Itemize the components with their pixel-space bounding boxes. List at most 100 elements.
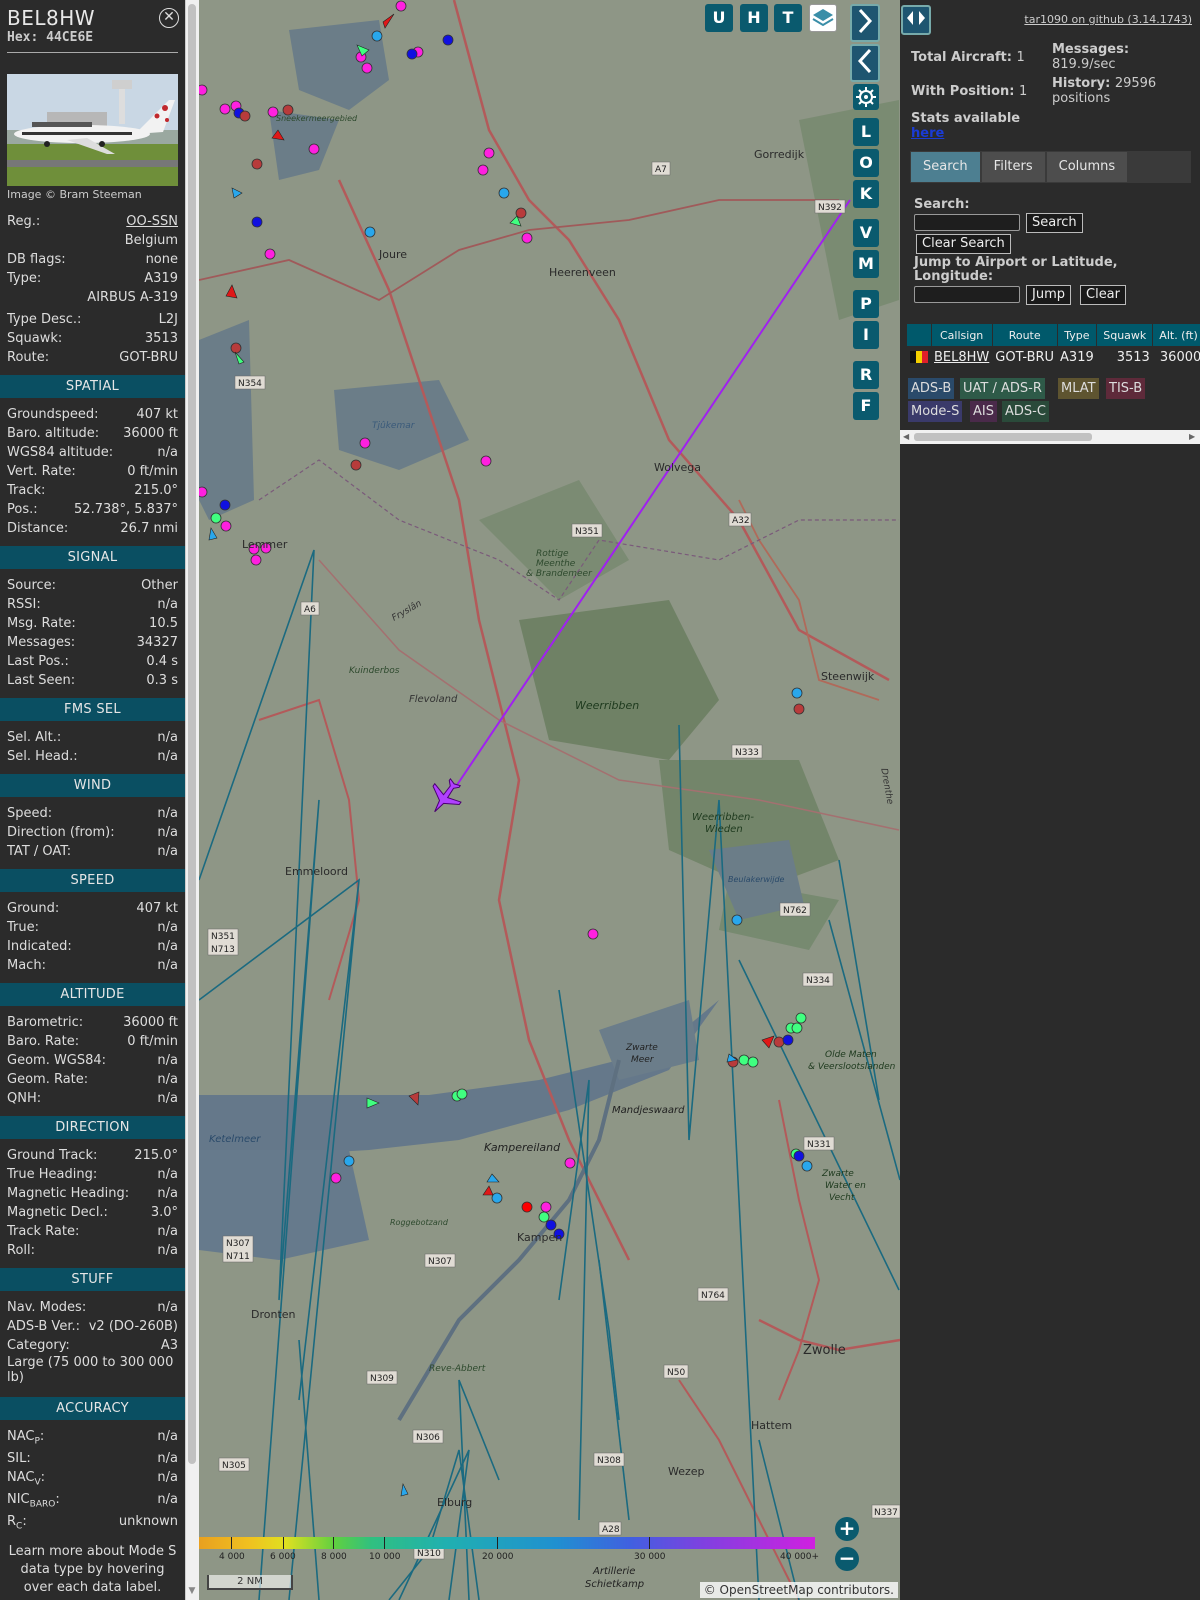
col-header-type[interactable]: Type [1057,324,1098,346]
map-button-r[interactable]: R [853,361,879,389]
source-modes: Mode-S [908,401,963,422]
scroll-down-arrow-icon[interactable]: ▼ [187,1586,197,1596]
map-button-t[interactable]: T [774,4,802,32]
map-button-f[interactable]: F [853,392,879,420]
spatial-row: Pos.: 52.738°, 5.837° [0,500,185,519]
map-attribution[interactable]: © OpenStreetMap contributors. [699,1582,898,1598]
scroll-left-icon[interactable]: ◀ [903,433,911,441]
map-button-o[interactable]: O [853,149,879,177]
search-input[interactable] [914,214,1020,231]
col-header-flag[interactable] [907,324,932,346]
speed-value: n/a [157,920,178,935]
svg-text:& Brandemeer: & Brandemeer [526,569,593,579]
map-button-i[interactable]: I [853,321,879,349]
stuff-label: ADS-B Ver.: [7,1319,80,1334]
collapse-sidebar-button[interactable] [850,4,880,42]
altitude-value: 0 ft/min [127,1034,178,1049]
signal-value: 34327 [136,635,178,650]
altitude-label: 40 000+ [780,1552,820,1562]
wind-rows: Speed: n/a Direction (from): n/a TAT / OAT: n… [0,804,185,861]
clear-search-button[interactable]: Clear Search [916,234,1011,254]
clear-jump-button[interactable]: Clear [1080,285,1126,305]
col-header-route[interactable]: Route [992,324,1058,346]
gear-icon[interactable] [853,84,879,110]
spatial-value: 36000 ft [123,426,178,441]
svg-text:Reve-Abbert: Reve-Abbert [429,1364,486,1374]
scroll-right-icon[interactable]: ▶ [1189,433,1197,441]
type-row: Type: A319 [0,269,185,288]
svg-text:N392: N392 [818,203,842,213]
direction-label: True Heading: [7,1167,98,1182]
nicbaro-label: NICBARO: [7,1492,60,1510]
svg-text:Wolvega: Wolvega [654,461,701,474]
info-header: BEL8HW Hex: 44CE6E [0,0,185,52]
speed-label: Mach: [7,958,46,973]
source-adsc: ADS-C [1002,401,1049,422]
spatial-value: 52.738°, 5.837° [74,502,178,517]
messages-rate: 819.9/sec [1052,57,1116,72]
table-scroll-thumb[interactable] [914,433,1092,441]
signal-row: Last Seen: 0.3 s [0,671,185,690]
svg-text:N307: N307 [428,1257,452,1267]
map-button-l[interactable]: L [853,118,879,146]
history-unit: positions [1052,91,1111,106]
callsign-link[interactable]: BEL8HW [934,350,989,365]
direction-label: Roll: [7,1243,36,1258]
map-button-m[interactable]: M [853,250,879,278]
map-button-p[interactable]: P [853,290,879,318]
svg-text:Schietkamp: Schietkamp [585,1579,644,1590]
col-header-altitude[interactable]: Alt. (ft) [1152,324,1200,346]
signal-rows: Source: Other RSSI: n/a Msg. Rate: 10.5 Messag… [0,576,185,690]
map-button-u[interactable]: U [705,4,733,32]
spatial-label: Groundspeed: [7,407,99,422]
stats-link[interactable]: here [911,126,944,141]
github-link[interactable]: tar1090 on github (3.14.1743) [1024,13,1192,26]
squawk-cell: 3513 [1116,349,1150,365]
image-credit: Image © Bram Steeman [7,188,142,201]
zoom-in-button[interactable]: + [835,1517,859,1541]
svg-text:Meer: Meer [631,1055,655,1065]
tab-filters[interactable]: Filters [981,152,1045,182]
source-ais: AIS [970,401,997,422]
spatial-row: Distance: 26.7 nmi [0,519,185,538]
total-aircraft-stat: Total Aircraft: 1 [911,50,1025,65]
hex-label: Hex: [7,30,39,45]
with-position-label: With Position: [911,84,1015,99]
close-icon[interactable]: ✕ [159,8,179,28]
aircraft-photo[interactable] [7,74,178,186]
svg-text:Ketelmeer: Ketelmeer [209,1134,261,1145]
table-horizontal-scrollbar[interactable]: ◀ ▶ [900,430,1200,444]
route-cell: GOT-BRU [995,349,1055,365]
map-button-k[interactable]: K [853,180,879,208]
layers-icon[interactable] [809,4,837,32]
col-header-squawk[interactable]: Squawk [1096,324,1154,346]
toggle-map-size-button[interactable] [901,5,931,35]
reg-link[interactable]: OO-SSN [126,212,178,231]
spatial-label: Baro. altitude: [7,426,100,441]
callsign-cell[interactable]: BEL8HW [931,346,992,368]
altitude-label: 4 000 [219,1552,245,1562]
svg-text:N711: N711 [226,1252,250,1262]
svg-text:Olde Maten: Olde Maten [825,1050,877,1060]
section-wind: WIND [0,774,185,797]
jump-input[interactable] [914,286,1020,303]
stuff-value: A3 [160,1338,178,1353]
tab-search[interactable]: Search [911,152,980,182]
map[interactable]: Gorredijk Joure Heerenveen Tjûkemar Wolv… [199,0,900,1600]
zoom-out-button[interactable]: − [835,1547,859,1571]
info-scrollbar-thumb[interactable] [188,4,196,1464]
jump-button[interactable]: Jump [1026,285,1071,305]
altitude-cell: 36000 [1159,349,1200,365]
col-header-callsign[interactable]: Callsign [931,324,993,346]
table-row[interactable]: BEL8HW GOT-BRU A319 3513 36000 [907,346,1200,368]
svg-text:Roggebotzand: Roggebotzand [390,1218,449,1227]
tab-columns[interactable]: Columns [1046,152,1128,182]
map-button-h[interactable]: H [740,4,768,32]
svg-text:Weerribben-: Weerribben- [692,812,754,823]
table-header-row: Callsign Route Type Squawk Alt. (ft) S [907,324,1200,346]
map-button-v[interactable]: V [853,219,879,247]
expand-info-button[interactable] [850,44,880,82]
search-button[interactable]: Search [1026,213,1083,233]
typedesc-row: Type Desc.: L2J [0,310,185,329]
svg-text:Water en: Water en [825,1181,866,1191]
